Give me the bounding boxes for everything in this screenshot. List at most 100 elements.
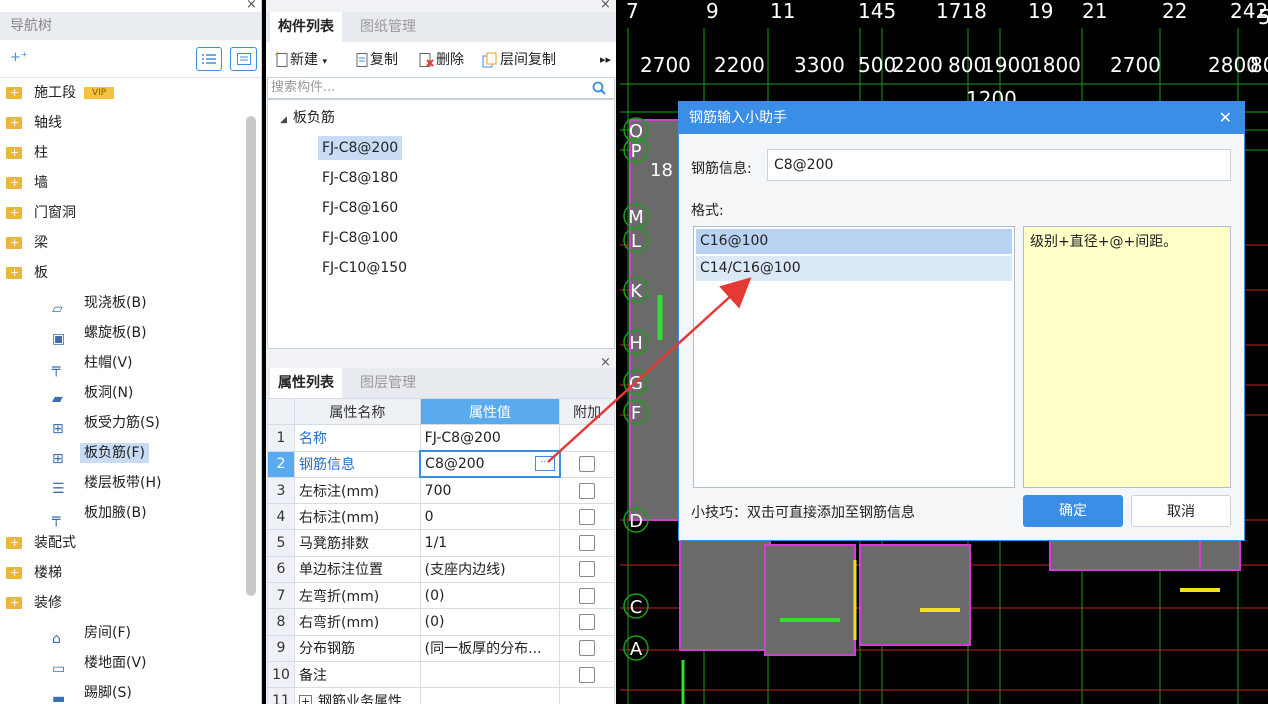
ok-button[interactable]: 确定 [1023, 495, 1123, 527]
property-value[interactable]: (同一板厚的分布... [419, 634, 561, 662]
nav-item[interactable]: 柱 [6, 138, 52, 168]
component-type-icon: ▬ [52, 691, 66, 704]
property-value[interactable] [419, 660, 561, 689]
property-row[interactable]: 9 分布钢筋 (同一板厚的分布... [267, 634, 615, 662]
nav-item[interactable]: 施工段 VIP [6, 78, 115, 108]
property-row[interactable]: 4 右标注(mm) 0 [267, 503, 615, 531]
nav-item[interactable]: ▰ 板洞(N) [52, 378, 137, 408]
nav-item[interactable]: 装配式 [6, 528, 80, 558]
extra-checkbox[interactable] [579, 587, 596, 604]
folder-icon [6, 198, 22, 228]
ellipsis-button[interactable]: ··· [534, 456, 555, 472]
extra-checkbox[interactable] [579, 614, 596, 631]
extra-checkbox[interactable] [579, 640, 596, 657]
tab-layer-management[interactable]: 图层管理 [352, 368, 424, 398]
nav-item[interactable]: ▱ 现浇板(B) [52, 288, 151, 318]
extra-checkbox[interactable] [579, 508, 596, 525]
tip-text: 小技巧：双击可直接添加至钢筋信息 [691, 505, 915, 521]
component-item[interactable]: FJ-C8@200 [318, 136, 403, 160]
property-row[interactable]: 11 + 钢筋业务属性 [267, 687, 615, 704]
property-row[interactable]: 3 左标注(mm) 700 [267, 476, 615, 505]
header-extra: 附加 [559, 397, 615, 426]
property-value[interactable]: (0) [419, 608, 561, 636]
axis-label: 7 [626, 0, 639, 23]
copy-button[interactable]: 复制 [354, 46, 398, 74]
component-item[interactable]: FJ-C8@100 [318, 226, 402, 250]
rebar-info-input[interactable]: C8@200 [767, 149, 1231, 181]
detail-view-icon[interactable] [230, 47, 257, 71]
property-value[interactable]: C8@200 ··· [419, 450, 561, 479]
cancel-button[interactable]: 取消 [1131, 495, 1231, 527]
search-icon[interactable] [592, 81, 606, 95]
nav-item[interactable]: 梁 [6, 228, 52, 258]
nav-item[interactable]: 板 [6, 258, 52, 288]
extra-checkbox[interactable] [579, 666, 596, 683]
tab-property-list[interactable]: 属性列表 [270, 368, 342, 398]
extra-checkbox[interactable] [579, 456, 596, 473]
close-icon[interactable]: × [246, 0, 257, 12]
nav-item[interactable]: ▬ 踢脚(S) [52, 678, 136, 704]
nav-item[interactable]: ☰ 楼层板带(H) [52, 468, 165, 498]
nav-item[interactable]: 轴线 [6, 108, 66, 138]
tab-drawing-management[interactable]: 图纸管理 [352, 12, 424, 42]
property-row[interactable]: 7 左弯折(mm) (0) [267, 582, 615, 610]
component-type-icon: ⊞ [52, 421, 64, 437]
property-value[interactable]: 700 [419, 476, 561, 505]
search-input[interactable]: 搜索构件... [267, 77, 615, 99]
component-item[interactable]: FJ-C10@150 [318, 256, 411, 280]
format-item[interactable]: C16@100 [696, 229, 1012, 254]
property-value[interactable]: (0) [419, 582, 561, 610]
property-row[interactable]: 8 右弯折(mm) (0) [267, 608, 615, 636]
property-row[interactable]: 2 钢筋信息 C8@200 ··· [267, 450, 615, 479]
property-row[interactable]: 10 备注 [267, 660, 615, 689]
property-name: 单边标注位置 [293, 555, 421, 584]
nav-item[interactable]: ▣ 螺旋板(B) [52, 318, 151, 348]
floor-copy-button[interactable]: 层间复制 [482, 46, 556, 74]
nav-scrollbar[interactable] [246, 116, 256, 596]
property-value[interactable]: FJ-C8@200 [419, 424, 561, 452]
nav-item[interactable]: 墙 [6, 168, 52, 198]
property-value[interactable]: 0 [419, 503, 561, 531]
new-button[interactable]: 新建 ▾ [274, 46, 327, 74]
collapse-icon[interactable]: ◢ [280, 115, 287, 125]
tab-component-list[interactable]: 构件列表 [270, 12, 342, 42]
nav-item[interactable]: ⊞ 板受力筋(S) [52, 408, 164, 438]
property-value[interactable] [419, 687, 561, 704]
folder-icon [6, 528, 22, 558]
property-tabs: 属性列表 图层管理 [266, 368, 616, 398]
component-item[interactable]: FJ-C8@180 [318, 166, 402, 190]
property-value[interactable]: (支座内边线) [419, 555, 561, 584]
dialog-close-icon[interactable]: ✕ [1219, 102, 1232, 134]
property-row[interactable]: 5 马凳筋排数 1/1 [267, 529, 615, 557]
nav-item[interactable]: 装修 [6, 588, 66, 618]
nav-item[interactable]: 楼梯 [6, 558, 66, 588]
nav-item[interactable]: ⌂ 房间(F) [52, 618, 135, 648]
close-icon[interactable]: × [600, 0, 611, 12]
format-item[interactable]: C14/C16@100 [696, 256, 1012, 281]
copy-icon [356, 53, 368, 67]
delete-button[interactable]: 删除 [418, 46, 464, 74]
property-row[interactable]: 6 单边标注位置 (支座内边线) [267, 555, 615, 584]
extra-checkbox[interactable] [579, 535, 596, 552]
group-row[interactable]: ◢ 板负筋 [280, 106, 335, 130]
nav-item[interactable]: ╤ 板加腋(B) [52, 498, 151, 528]
nav-item[interactable]: ╤ 柱帽(V) [52, 348, 137, 378]
extra-checkbox[interactable] [579, 561, 596, 578]
expand-icon[interactable]: + [298, 695, 312, 704]
list-view-icon[interactable] [196, 47, 222, 71]
component-item[interactable]: FJ-C8@160 [318, 196, 402, 220]
add-sparkle-icon[interactable]: +⁺ [10, 50, 28, 65]
more-icon[interactable]: ▸▸ [600, 46, 611, 74]
nav-item[interactable]: ▭ 楼地面(V) [52, 648, 151, 678]
nav-item[interactable]: 门窗洞 [6, 198, 80, 228]
property-name: 钢筋信息 [293, 450, 421, 478]
dropdown-icon: ▾ [322, 57, 327, 67]
row-index: 1 [267, 424, 295, 452]
folder-icon [6, 168, 22, 198]
nav-item[interactable]: ⊞ 板负筋(F) [52, 438, 149, 468]
extra-checkbox[interactable] [579, 482, 596, 499]
component-type-icon: ▣ [52, 331, 66, 347]
property-row[interactable]: 1 名称 FJ-C8@200 [267, 424, 615, 452]
property-value[interactable]: 1/1 [419, 529, 561, 557]
axis-label: 59 [1258, 5, 1268, 29]
